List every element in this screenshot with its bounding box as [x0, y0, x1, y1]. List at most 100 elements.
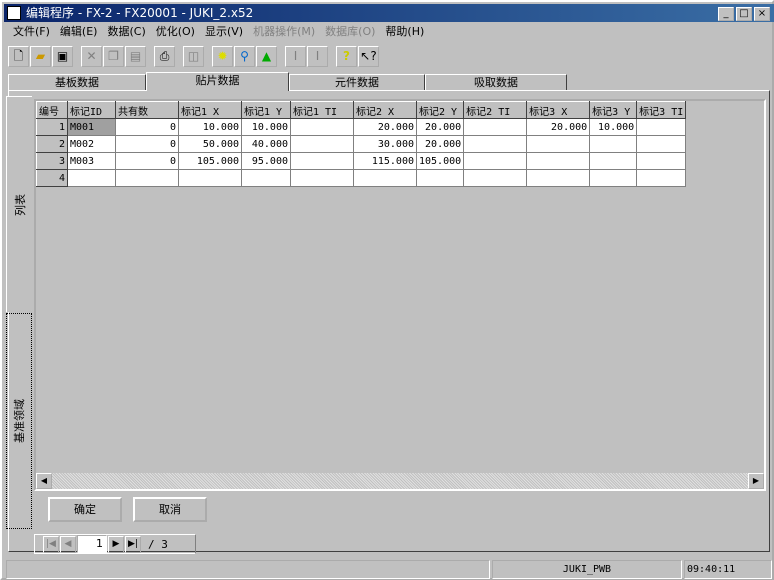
grid-cell[interactable]: 10.000: [178, 118, 242, 136]
grid-cell[interactable]: 40.000: [241, 135, 291, 153]
save-icon[interactable]: ▣: [52, 46, 73, 67]
grid-cell[interactable]: 0: [115, 152, 179, 170]
grid-cell[interactable]: M001: [67, 118, 116, 136]
grid-cell[interactable]: [636, 135, 687, 153]
grid-cell[interactable]: 20.000: [415, 118, 465, 136]
grid-cell[interactable]: [589, 135, 638, 153]
column-header[interactable]: 标记1 X: [178, 101, 242, 119]
help-icon[interactable]: ?: [336, 46, 357, 67]
grid-cell[interactable]: 10.000: [589, 118, 638, 136]
align2-icon[interactable]: Ⅰ: [307, 46, 328, 67]
grid-cell[interactable]: 95.000: [241, 152, 291, 170]
menu-view[interactable]: 显示(V): [200, 23, 248, 41]
horizontal-scrollbar[interactable]: ◀ ▶: [36, 473, 764, 489]
column-header[interactable]: 标记3 X: [526, 101, 591, 119]
row-header[interactable]: 3: [36, 152, 68, 170]
grid-cell[interactable]: [241, 169, 291, 187]
grid-cell[interactable]: [636, 169, 687, 187]
maximize-button[interactable]: □: [736, 7, 752, 21]
grid-cell[interactable]: [526, 135, 591, 153]
menu-data[interactable]: 数据(C): [102, 23, 150, 41]
menu-file[interactable]: 文件(F): [8, 23, 55, 41]
cancel-button[interactable]: 取消: [133, 497, 207, 522]
scroll-left-button[interactable]: ◀: [36, 473, 52, 489]
tab-component-data[interactable]: 元件数据: [289, 74, 425, 91]
grid-cell[interactable]: [589, 152, 638, 170]
column-header[interactable]: 标记1 TI: [290, 101, 354, 119]
side-tab-list[interactable]: 列表: [6, 96, 32, 312]
last-page-button[interactable]: ▶|: [125, 535, 141, 553]
row-header[interactable]: 4: [36, 169, 68, 187]
print-icon[interactable]: ⎙: [154, 46, 175, 67]
tab-board-data[interactable]: 基板数据: [8, 74, 146, 91]
grid-cell[interactable]: M003: [67, 152, 116, 170]
column-header[interactable]: 标记3 Y: [589, 101, 638, 119]
grid-cell[interactable]: 105.000: [415, 152, 465, 170]
grid-cell[interactable]: [463, 152, 528, 170]
lightbulb-icon[interactable]: ✹: [212, 46, 233, 67]
next-page-button[interactable]: ▶: [108, 535, 124, 553]
new-file-icon[interactable]: 🗋: [8, 46, 29, 67]
grid-cell[interactable]: 0: [115, 118, 179, 136]
grid-cell[interactable]: 20.000: [353, 118, 417, 136]
grid-cell[interactable]: [415, 169, 465, 187]
grid-cell[interactable]: [463, 135, 528, 153]
menu-edit[interactable]: 编辑(E): [55, 23, 103, 41]
cut-icon[interactable]: ✕: [81, 46, 102, 67]
grid-cell[interactable]: [290, 169, 354, 187]
grid-cell[interactable]: [526, 169, 591, 187]
grid-cell[interactable]: 10.000: [241, 118, 291, 136]
row-header[interactable]: 2: [36, 135, 68, 153]
column-header[interactable]: 编号: [36, 101, 68, 119]
column-header[interactable]: 标记2 TI: [463, 101, 528, 119]
column-header[interactable]: 标记1 Y: [241, 101, 291, 119]
grid-cell[interactable]: [636, 118, 687, 136]
row-header[interactable]: 1: [36, 118, 68, 136]
grid-cell[interactable]: [290, 118, 354, 136]
grid-cell[interactable]: 20.000: [526, 118, 591, 136]
prev-page-button[interactable]: ◀: [60, 535, 76, 553]
grid-cell[interactable]: 0: [115, 135, 179, 153]
menu-database[interactable]: 数据库(O): [320, 23, 380, 41]
grid-cell[interactable]: [463, 169, 528, 187]
menu-optimize[interactable]: 优化(O): [151, 23, 200, 41]
grid-cell[interactable]: [526, 152, 591, 170]
page-input[interactable]: 1: [77, 535, 107, 553]
grid-cell[interactable]: M002: [67, 135, 116, 153]
side-tab-reference-area[interactable]: 基准领域: [6, 313, 32, 529]
close-button[interactable]: ×: [754, 7, 770, 21]
column-header[interactable]: 标记ID: [67, 101, 116, 119]
align-icon[interactable]: Ⅰ: [285, 46, 306, 67]
grid-cell[interactable]: 50.000: [178, 135, 242, 153]
minimize-button[interactable]: _: [718, 7, 734, 21]
grid-cell[interactable]: [290, 152, 354, 170]
menu-help[interactable]: 帮助(H): [380, 23, 429, 41]
context-help-icon[interactable]: ↖?: [358, 46, 379, 67]
grid-cell[interactable]: 105.000: [178, 152, 242, 170]
grid-cell[interactable]: 20.000: [415, 135, 465, 153]
grid-cell[interactable]: [636, 152, 687, 170]
column-header[interactable]: 标记2 X: [353, 101, 417, 119]
grid-cell[interactable]: [290, 135, 354, 153]
grid-cell[interactable]: [353, 169, 417, 187]
first-page-button[interactable]: |◀: [43, 535, 59, 553]
ok-button[interactable]: 确定: [48, 497, 122, 522]
scroll-right-button[interactable]: ▶: [748, 473, 764, 489]
open-folder-icon[interactable]: ▰: [30, 46, 51, 67]
grid-cell[interactable]: 115.000: [353, 152, 417, 170]
grid-cell[interactable]: [589, 169, 638, 187]
copy-icon[interactable]: ❐: [103, 46, 124, 67]
column-header[interactable]: 标记3 TI: [636, 101, 687, 119]
network-icon[interactable]: ⚲: [234, 46, 255, 67]
column-header[interactable]: 共有数: [115, 101, 179, 119]
shapes-icon[interactable]: ▲: [256, 46, 277, 67]
tab-pickup-data[interactable]: 吸取数据: [425, 74, 567, 91]
paste-icon[interactable]: ▤: [125, 46, 146, 67]
grid-cell[interactable]: [178, 169, 242, 187]
grid-cell[interactable]: [115, 169, 179, 187]
grid-cell[interactable]: [67, 169, 116, 187]
grid-cell[interactable]: [463, 118, 528, 136]
tab-placement-data[interactable]: 贴片数据: [146, 72, 289, 91]
menu-machine[interactable]: 机器操作(M): [248, 23, 320, 41]
column-header[interactable]: 标记2 Y: [415, 101, 465, 119]
